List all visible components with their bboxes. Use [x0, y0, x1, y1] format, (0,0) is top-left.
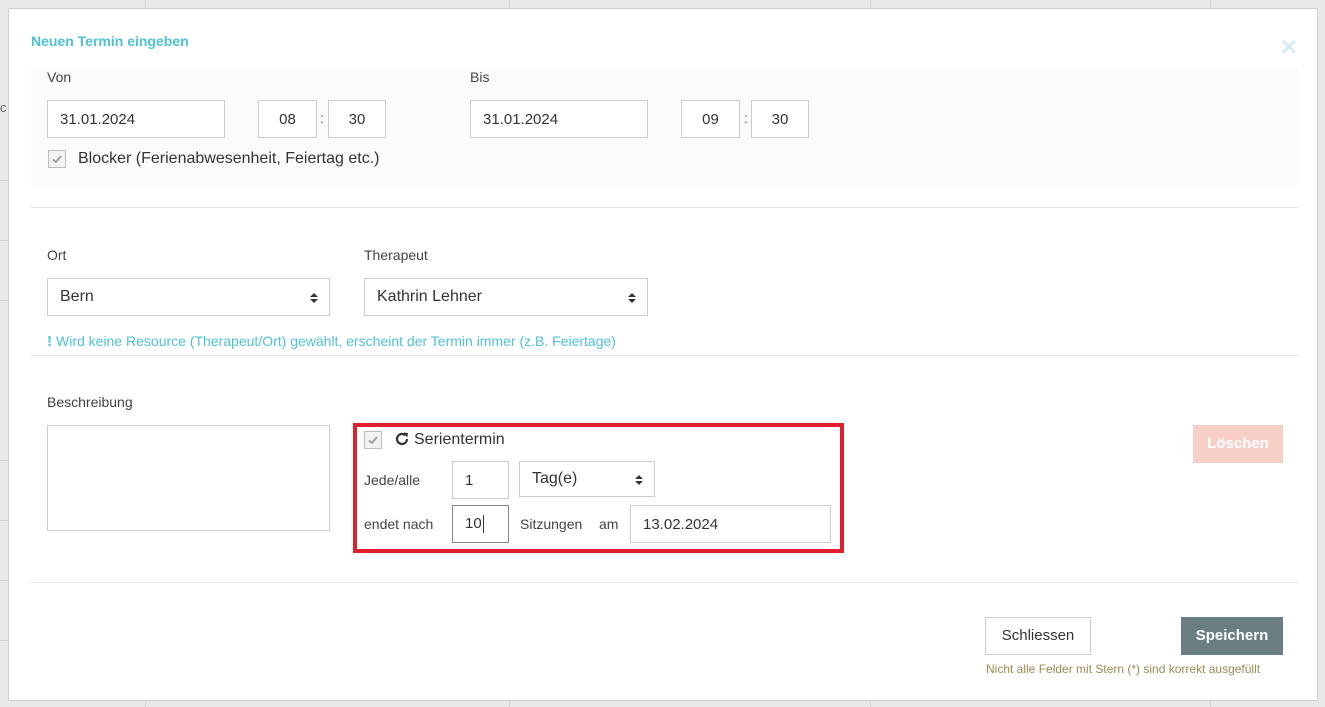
close-icon[interactable]: × — [1281, 33, 1297, 61]
resource-hint-text: Wird keine Resource (Therapeut/Ort) gewä… — [56, 333, 616, 349]
refresh-icon — [395, 432, 409, 446]
von-hour-input[interactable] — [258, 100, 317, 138]
von-label: Von — [47, 69, 72, 85]
bis-date-input[interactable] — [470, 100, 648, 138]
text-cursor — [482, 515, 484, 534]
ort-select-value: Bern — [60, 288, 94, 305]
delete-button[interactable]: Löschen — [1193, 425, 1283, 463]
appointment-modal: Neuen Termin eingeben × Von : Bis : Bloc… — [8, 8, 1318, 701]
beschreibung-textarea[interactable] — [47, 425, 330, 531]
bis-hour-input[interactable] — [681, 100, 740, 138]
therapeut-select[interactable]: Kathrin Lehner — [364, 278, 648, 316]
select-caret-icon — [310, 293, 318, 303]
select-caret-icon — [635, 475, 643, 485]
modal-title: Neuen Termin eingeben — [31, 33, 189, 49]
interval-unit-select[interactable]: Tag(e) — [519, 461, 655, 497]
save-button[interactable]: Speichern — [1181, 617, 1283, 655]
von-time-colon: : — [320, 110, 324, 126]
ort-label: Ort — [47, 247, 67, 263]
blocker-checkbox[interactable] — [48, 150, 66, 168]
von-date-input[interactable] — [47, 100, 225, 138]
interval-input[interactable] — [452, 461, 509, 499]
select-caret-icon — [628, 293, 636, 303]
von-minute-input[interactable] — [328, 100, 386, 138]
bis-minute-input[interactable] — [751, 100, 809, 138]
interval-unit-value: Tag(e) — [532, 470, 578, 487]
serientermin-title: Serientermin — [414, 431, 505, 448]
bis-label: Bis — [470, 69, 490, 85]
backdrop-glyph: c — [0, 100, 7, 115]
sessions-input[interactable]: 10 — [452, 505, 509, 543]
divider — [31, 207, 1299, 208]
check-icon — [52, 155, 62, 164]
ort-select[interactable]: Bern — [47, 278, 330, 316]
check-icon — [368, 436, 378, 445]
bis-time-colon: : — [744, 110, 748, 126]
therapeut-label: Therapeut — [364, 247, 428, 263]
validation-note: Nicht alle Felder mit Stern (*) sind kor… — [986, 662, 1261, 676]
divider — [31, 355, 1299, 356]
am-label: am — [599, 516, 619, 532]
beschreibung-label: Beschreibung — [47, 394, 133, 410]
sessions-value: 10 — [465, 515, 482, 532]
close-button[interactable]: Schliessen — [985, 617, 1091, 655]
exclamation-icon: ! — [47, 333, 52, 350]
resource-hint: ! Wird keine Resource (Therapeut/Ort) gew… — [47, 333, 616, 350]
therapeut-select-value: Kathrin Lehner — [377, 288, 482, 305]
divider — [31, 582, 1299, 583]
blocker-label: Blocker (Ferienabwesenheit, Feiertag etc… — [78, 150, 380, 167]
endet-nach-label: endet nach — [364, 516, 434, 532]
sitzungen-label: Sitzungen — [520, 516, 583, 532]
end-date-input[interactable] — [630, 505, 831, 543]
serientermin-checkbox[interactable] — [364, 431, 382, 449]
jede-alle-label: Jede/alle — [364, 472, 421, 488]
